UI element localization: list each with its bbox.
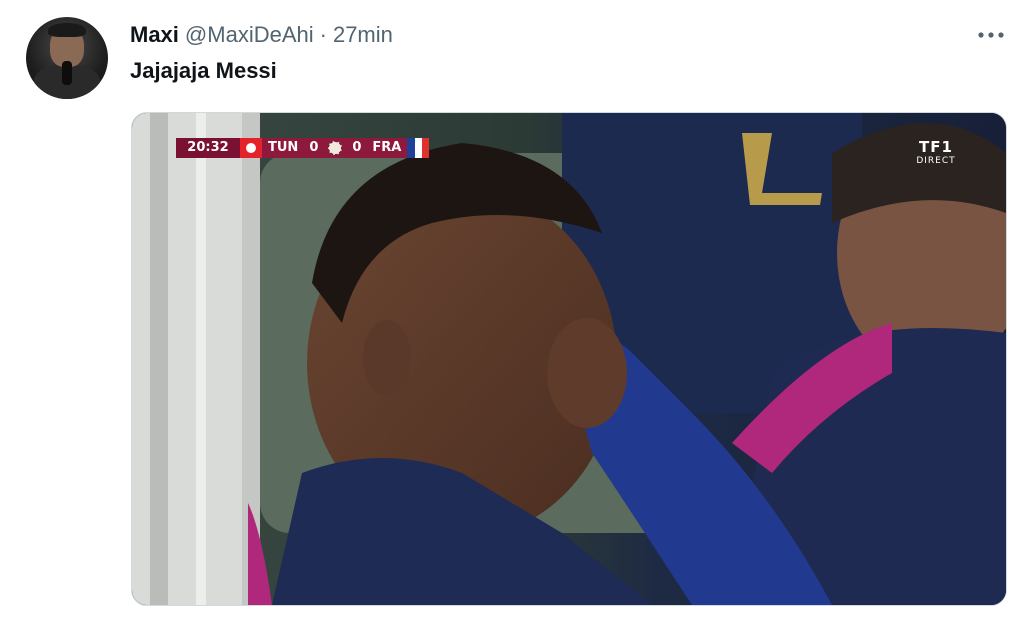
tf1-logo-sub: DIRECT (916, 156, 956, 166)
away-score: 0 (347, 138, 367, 158)
more-dots-icon (978, 32, 1004, 38)
tweet-time[interactable]: 27min (333, 22, 393, 48)
tweet-media[interactable]: 20:32 TUN 0 0 FRA TF1 DIRECT (131, 112, 1007, 606)
tunisia-flag-icon (240, 138, 262, 158)
tweet-card[interactable]: Maxi @MaxiDeAhi · 27min Jajajaja Messi 2… (0, 0, 1022, 620)
scoreboard-overlay: 20:32 TUN 0 0 FRA (176, 138, 474, 158)
home-score: 0 (304, 138, 324, 158)
score-clock: 20:32 (176, 138, 240, 158)
france-flag-icon (407, 138, 430, 158)
avatar[interactable] (26, 17, 108, 99)
away-team: FRA (366, 138, 408, 158)
tf1-logo-main: TF1 (919, 138, 953, 156)
avatar-mic-shape (62, 61, 72, 85)
author-name[interactable]: Maxi (130, 22, 179, 48)
media-photo (132, 113, 1006, 605)
more-icon[interactable] (974, 22, 1008, 48)
header-separator: · (319, 22, 327, 47)
world-cup-ball-icon (323, 138, 348, 158)
tweet-text: Jajajaja Messi (130, 58, 277, 83)
tf1-logo: TF1 DIRECT (908, 138, 964, 172)
home-team: TUN (262, 138, 305, 158)
author-handle[interactable]: @MaxiDeAhi (185, 22, 314, 48)
tweet-header: Maxi @MaxiDeAhi · 27min (130, 20, 393, 50)
avatar-hair-shape (48, 23, 86, 37)
